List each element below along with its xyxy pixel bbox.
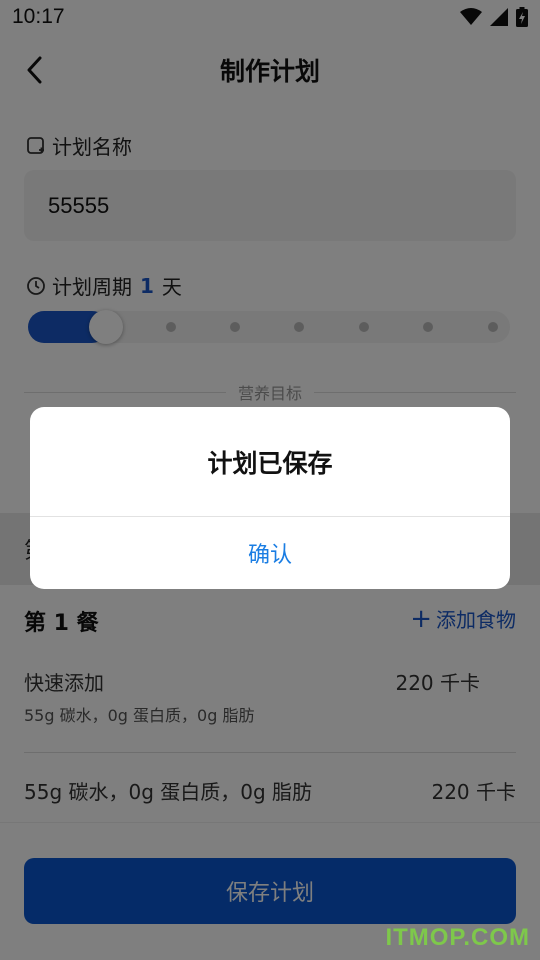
saved-dialog: 计划已保存 确认 xyxy=(30,407,510,589)
confirm-button[interactable]: 确认 xyxy=(30,517,510,589)
watermark-logo: ITMOP.COM xyxy=(385,924,530,951)
dialog-title: 计划已保存 xyxy=(207,448,333,478)
